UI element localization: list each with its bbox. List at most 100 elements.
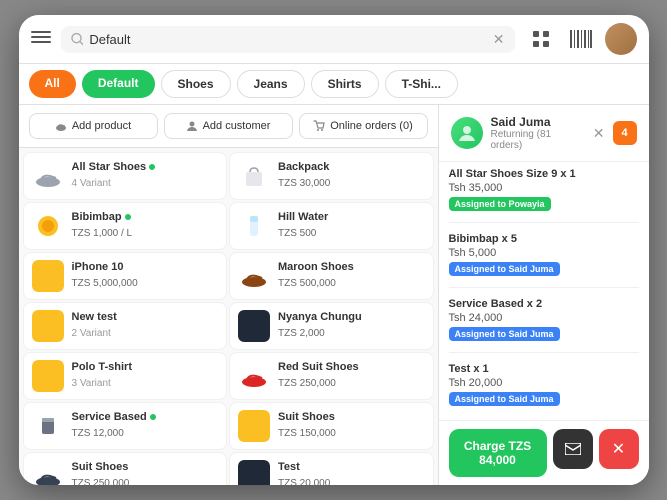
- product-thumb: [238, 160, 270, 192]
- customer-name: Said Juma: [491, 115, 585, 129]
- product-thumb: [32, 360, 64, 392]
- product-info: iPhone 10 TZS 5,000,000: [72, 261, 219, 291]
- order-item-name: Bibimbap x 5: [449, 233, 639, 245]
- cancel-order-button[interactable]: ✕: [599, 429, 639, 469]
- product-thumb: [238, 410, 270, 442]
- product-thumb: [32, 260, 64, 292]
- user-avatar[interactable]: [605, 23, 637, 55]
- product-item[interactable]: Test TZS 20,000: [229, 452, 434, 485]
- product-info: All Star Shoes 4 Variant: [72, 161, 219, 191]
- product-name: Maroon Shoes: [278, 261, 425, 273]
- product-item[interactable]: New test 2 Variant: [23, 302, 228, 350]
- product-item[interactable]: Suit Shoes TZS 250,000: [23, 452, 228, 485]
- product-item[interactable]: Nyanya Chungu TZS 2,000: [229, 302, 434, 350]
- product-item[interactable]: Suit Shoes TZS 150,000: [229, 402, 434, 450]
- product-info: Bibimbap TZS 1,000 / L: [72, 211, 219, 241]
- product-name: Suit Shoes: [72, 461, 219, 473]
- tab-all[interactable]: All: [29, 70, 76, 98]
- product-name: Polo T-shirt: [72, 361, 219, 373]
- product-name: Nyanya Chungu: [278, 311, 425, 323]
- order-item-name: All Star Shoes Size 9 x 1: [449, 168, 639, 180]
- product-thumb: [238, 210, 270, 242]
- order-item-name: Service Based x 2: [449, 298, 639, 310]
- order-badge: Assigned to Said Juma: [449, 392, 560, 406]
- order-item: Test x 1 Tsh 20,000 Assigned to Said Jum…: [449, 363, 639, 417]
- tab-shirts[interactable]: Shirts: [311, 70, 379, 98]
- product-item[interactable]: Service Based TZS 12,000: [23, 402, 228, 450]
- order-badge: Assigned to Said Juma: [449, 327, 560, 341]
- product-name: Service Based: [72, 411, 219, 423]
- product-name: Test: [278, 461, 425, 473]
- customer-sub: Returning (81 orders): [491, 129, 585, 151]
- product-thumb: [238, 260, 270, 292]
- products-grid: All Star Shoes 4 Variant Backpack TZS 30…: [19, 148, 438, 485]
- order-badge: Assigned to Powayia: [449, 197, 551, 211]
- header-icons: [525, 23, 637, 55]
- tablet-frame: ✕: [19, 15, 649, 485]
- product-info: New test 2 Variant: [72, 311, 219, 341]
- product-thumb: [32, 160, 64, 192]
- product-info: Polo T-shirt 3 Variant: [72, 361, 219, 391]
- customer-avatar: [451, 117, 483, 149]
- product-thumb: [238, 310, 270, 342]
- right-panel: Said Juma Returning (81 orders) ✕ 4 All …: [439, 105, 649, 485]
- tab-shoes[interactable]: Shoes: [161, 70, 231, 98]
- search-input[interactable]: [89, 32, 486, 47]
- product-info: Maroon Shoes TZS 500,000: [278, 261, 425, 291]
- online-orders-button[interactable]: Online orders (0): [299, 113, 428, 139]
- product-item[interactable]: iPhone 10 TZS 5,000,000: [23, 252, 228, 300]
- product-item[interactable]: Polo T-shirt 3 Variant: [23, 352, 228, 400]
- product-info: Service Based TZS 12,000: [72, 411, 219, 441]
- product-info: Backpack TZS 30,000: [278, 161, 425, 191]
- product-name: All Star Shoes: [72, 161, 219, 173]
- product-thumb: [32, 460, 64, 485]
- product-thumb: [238, 360, 270, 392]
- grid-view-icon[interactable]: [525, 23, 557, 55]
- product-info: Hill Water TZS 500: [278, 211, 425, 241]
- tab-jeans[interactable]: Jeans: [237, 70, 305, 98]
- product-thumb: [32, 310, 64, 342]
- category-tabs: All Default Shoes Jeans Shirts T-Shi...: [19, 64, 649, 105]
- order-item: Bibimbap x 5 Tsh 5,000 Assigned to Said …: [449, 233, 639, 288]
- product-item[interactable]: Bibimbap TZS 1,000 / L: [23, 202, 228, 250]
- product-info: Nyanya Chungu TZS 2,000: [278, 311, 425, 341]
- product-item[interactable]: Hill Water TZS 500: [229, 202, 434, 250]
- charge-bar: Charge TZS 84,000 ✕: [439, 420, 649, 485]
- product-name: Red Suit Shoes: [278, 361, 425, 373]
- action-bar: Add product Add customer Online ord: [19, 105, 438, 148]
- tab-default[interactable]: Default: [82, 70, 155, 98]
- main-content: Add product Add customer Online ord: [19, 105, 649, 485]
- left-panel: Add product Add customer Online ord: [19, 105, 439, 485]
- product-item[interactable]: Red Suit Shoes TZS 250,000: [229, 352, 434, 400]
- order-item-price: Tsh 35,000: [449, 182, 639, 194]
- add-product-button[interactable]: Add product: [29, 113, 158, 139]
- barcode-icon[interactable]: [565, 23, 597, 55]
- product-name: New test: [72, 311, 219, 323]
- product-name: Backpack: [278, 161, 425, 173]
- product-item[interactable]: All Star Shoes 4 Variant: [23, 152, 228, 200]
- customer-info: Said Juma Returning (81 orders): [491, 115, 585, 151]
- product-item[interactable]: Backpack TZS 30,000: [229, 152, 434, 200]
- menu-icon[interactable]: [31, 27, 51, 52]
- tab-tshi[interactable]: T-Shi...: [385, 70, 458, 98]
- shoe-icon: [55, 120, 67, 132]
- search-clear-icon[interactable]: ✕: [493, 31, 505, 48]
- product-item[interactable]: Maroon Shoes TZS 500,000: [229, 252, 434, 300]
- customer-close-icon[interactable]: ✕: [593, 125, 605, 142]
- product-thumb: [32, 210, 64, 242]
- charge-button[interactable]: Charge TZS 84,000: [449, 429, 547, 477]
- order-item-price: Tsh 24,000: [449, 312, 639, 324]
- email-button[interactable]: [553, 429, 593, 469]
- product-info: Suit Shoes TZS 250,000: [72, 461, 219, 485]
- search-box: ✕: [61, 26, 515, 53]
- order-badge: Assigned to Said Juma: [449, 262, 560, 276]
- order-list: All Star Shoes Size 9 x 1 Tsh 35,000 Ass…: [439, 162, 649, 420]
- add-customer-button[interactable]: Add customer: [164, 113, 293, 139]
- order-item-price: Tsh 20,000: [449, 377, 639, 389]
- product-thumb: [238, 460, 270, 485]
- product-name: Suit Shoes: [278, 411, 425, 423]
- product-info: Red Suit Shoes TZS 250,000: [278, 361, 425, 391]
- cart-badge: 4: [613, 121, 637, 145]
- product-name: Hill Water: [278, 211, 425, 223]
- order-item-price: Tsh 5,000: [449, 247, 639, 259]
